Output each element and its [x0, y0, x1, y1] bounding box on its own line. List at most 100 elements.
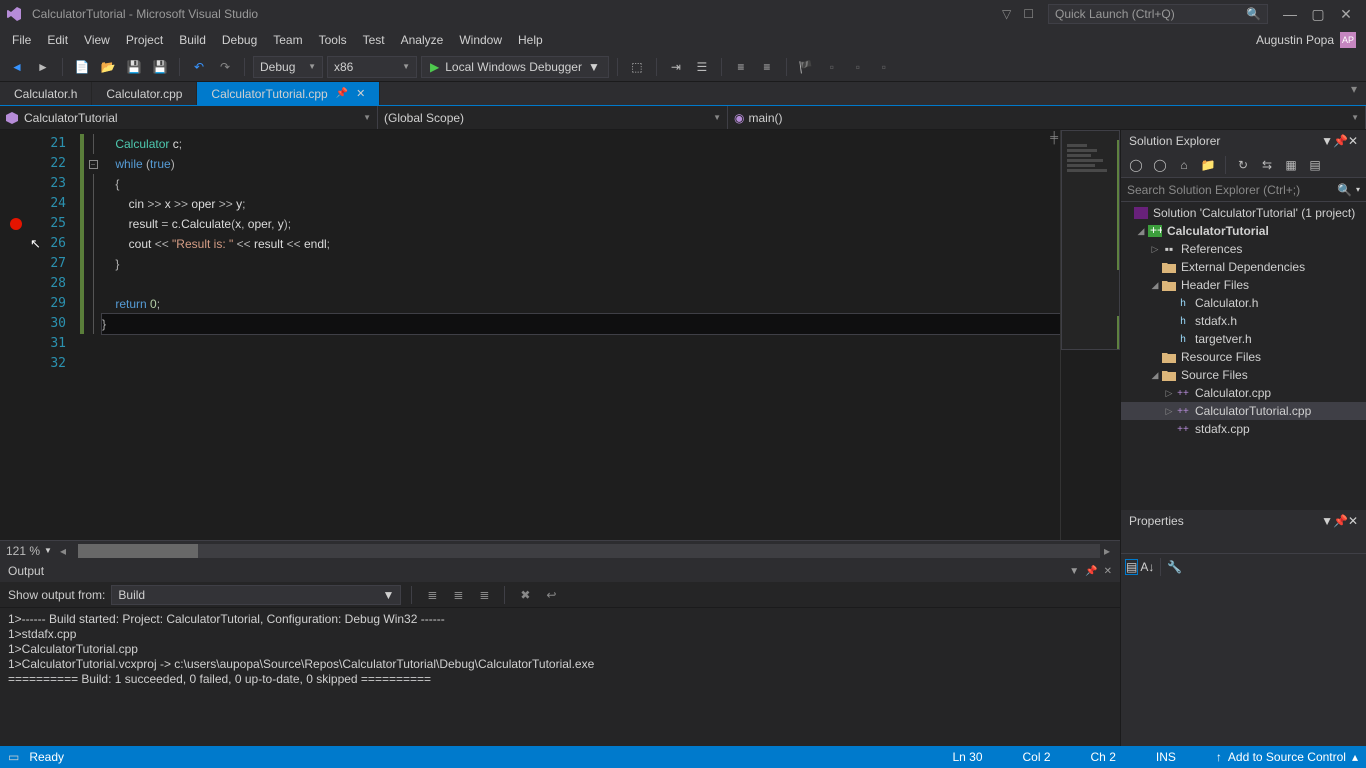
breakpoint-icon[interactable]	[10, 218, 22, 230]
panel-close-icon[interactable]: ✕	[1348, 134, 1358, 148]
menu-edit[interactable]: Edit	[39, 30, 76, 50]
minimize-button[interactable]: —	[1276, 6, 1304, 22]
feedback-icon[interactable]: ☐	[1023, 7, 1034, 21]
toolbar-btn-7[interactable]: ▫	[847, 56, 869, 78]
tree-targetver-h[interactable]: htargetver.h	[1121, 330, 1366, 348]
panel-close-icon[interactable]: ✕	[1104, 566, 1112, 577]
sol-fwd-button[interactable]: ◯	[1149, 154, 1171, 176]
output-wrap-button[interactable]: ↩	[541, 585, 561, 605]
menu-window[interactable]: Window	[451, 30, 510, 50]
save-all-button[interactable]: 💾	[149, 56, 171, 78]
toolbar-btn-8[interactable]: ▫	[873, 56, 895, 78]
menu-view[interactable]: View	[76, 30, 118, 50]
split-grip-icon[interactable]: ╪	[1050, 132, 1058, 144]
start-debugging-button[interactable]: ▶ Local Windows Debugger ▼	[421, 56, 609, 78]
pin-icon[interactable]: 📌	[1085, 566, 1097, 577]
tree-stdafx-h[interactable]: hstdafx.h	[1121, 312, 1366, 330]
panel-close-icon[interactable]: ✕	[1348, 514, 1358, 528]
save-button[interactable]: 💾	[123, 56, 145, 78]
sol-sync-button[interactable]: 📁	[1197, 154, 1219, 176]
tab-overflow-button[interactable]: ▾	[1342, 82, 1366, 105]
menu-help[interactable]: Help	[510, 30, 551, 50]
menu-debug[interactable]: Debug	[214, 30, 265, 50]
sol-properties-button[interactable]: ▤	[1304, 154, 1326, 176]
sol-showall-button[interactable]: ▦	[1280, 154, 1302, 176]
nav-project-combo[interactable]: CalculatorTutorial▼	[0, 106, 378, 129]
maximize-button[interactable]: ▢	[1304, 6, 1332, 23]
tree-header-files[interactable]: ◢Header Files	[1121, 276, 1366, 294]
undo-button[interactable]: ↶	[188, 56, 210, 78]
tree-calculatortutorial-cpp[interactable]: ▷++CalculatorTutorial.cpp	[1121, 402, 1366, 420]
sol-refresh-button[interactable]: ↻	[1232, 154, 1254, 176]
solution-search-input[interactable]: Search Solution Explorer (Ctrl+;) 🔍▾	[1121, 178, 1366, 202]
tab-calculatortutorial-cpp[interactable]: CalculatorTutorial.cpp📌✕	[197, 82, 380, 105]
prop-categorized-button[interactable]: ▤	[1125, 559, 1138, 575]
pin-icon[interactable]: 📌	[1333, 514, 1348, 528]
tree-calculator-cpp[interactable]: ▷++Calculator.cpp	[1121, 384, 1366, 402]
pin-icon[interactable]: 📌	[1333, 134, 1348, 148]
redo-button[interactable]: ↷	[214, 56, 236, 78]
tree-external-dependencies[interactable]: External Dependencies	[1121, 258, 1366, 276]
zoom-level[interactable]: 121 %	[6, 544, 40, 558]
comment-button[interactable]: ≡	[730, 56, 752, 78]
minimap[interactable]	[1060, 130, 1120, 540]
nav-fwd-button[interactable]: ►	[32, 56, 54, 78]
sol-home-button[interactable]: ⌂	[1173, 154, 1195, 176]
close-button[interactable]: ✕	[1332, 6, 1360, 23]
prop-pages-button[interactable]: 🔧	[1167, 560, 1182, 574]
tree-resource-files[interactable]: Resource Files	[1121, 348, 1366, 366]
solution-config-combo[interactable]: Debug▼	[253, 56, 323, 78]
new-project-button[interactable]: 📄	[71, 56, 93, 78]
output-text[interactable]: 1>------ Build started: Project: Calcula…	[0, 608, 1120, 746]
menu-analyze[interactable]: Analyze	[393, 30, 452, 50]
menu-build[interactable]: Build	[171, 30, 214, 50]
panel-dropdown-icon[interactable]: ▼	[1321, 134, 1333, 148]
solution-toolbar: ◯ ◯ ⌂ 📁 ↻ ⇆ ▦ ▤	[1121, 152, 1366, 178]
output-btn-1[interactable]: ≣	[422, 585, 442, 605]
panel-dropdown-icon[interactable]: ▼	[1321, 514, 1333, 528]
tree-source-files[interactable]: ◢Source Files	[1121, 366, 1366, 384]
code-content[interactable]: ╪ Calculator c; while (true) { cin >> x …	[102, 130, 1060, 540]
nav-scope-combo[interactable]: (Global Scope)▼	[378, 106, 728, 129]
menu-project[interactable]: Project	[118, 30, 171, 50]
tab-calculator-cpp[interactable]: Calculator.cpp	[92, 82, 197, 105]
menu-test[interactable]: Test	[355, 30, 393, 50]
code-editor[interactable]: ↖ 212223242526272829303132 − ╪ Calculato…	[0, 130, 1120, 540]
user-account[interactable]: Augustin Popa AP	[1256, 32, 1362, 48]
toolbar-btn-6[interactable]: ▫	[821, 56, 843, 78]
output-btn-3[interactable]: ≣	[474, 585, 494, 605]
source-control-button[interactable]: ↑Add to Source Control▴	[1216, 750, 1358, 764]
output-btn-2[interactable]: ≣	[448, 585, 468, 605]
sol-back-button[interactable]: ◯	[1125, 154, 1147, 176]
tree-references[interactable]: ▷▪▪References	[1121, 240, 1366, 258]
sol-collapse-button[interactable]: ⇆	[1256, 154, 1278, 176]
output-clear-button[interactable]: ✖	[515, 585, 535, 605]
toolbar-btn-2[interactable]: ⇥	[665, 56, 687, 78]
bookmark-button[interactable]: 🏴	[795, 56, 817, 78]
uncomment-button[interactable]: ≡	[756, 56, 778, 78]
tree-solution-calculatortutorial-1-project-[interactable]: Solution 'CalculatorTutorial' (1 project…	[1121, 204, 1366, 222]
output-source-combo[interactable]: Build▼	[111, 585, 401, 605]
panel-dropdown-icon[interactable]: ▼	[1069, 566, 1079, 577]
menu-tools[interactable]: Tools	[311, 30, 355, 50]
tree-stdafx-cpp[interactable]: ++stdafx.cpp	[1121, 420, 1366, 438]
tree-calculator-h[interactable]: hCalculator.h	[1121, 294, 1366, 312]
toolbar-btn-3[interactable]: ☰	[691, 56, 713, 78]
menu-team[interactable]: Team	[265, 30, 310, 50]
tree-calculatortutorial[interactable]: ◢++CalculatorTutorial	[1121, 222, 1366, 240]
nav-function-combo[interactable]: ◉ main()▼	[728, 106, 1366, 129]
user-name: Augustin Popa	[1256, 33, 1334, 47]
open-file-button[interactable]: 📂	[97, 56, 119, 78]
solution-tree[interactable]: Solution 'CalculatorTutorial' (1 project…	[1121, 202, 1366, 510]
quick-launch-input[interactable]: Quick Launch (Ctrl+Q) 🔍	[1048, 4, 1268, 24]
nav-back-button[interactable]: ◄	[6, 56, 28, 78]
horizontal-scrollbar[interactable]	[78, 544, 1100, 558]
toolbar-btn-1[interactable]: ⬚	[626, 56, 648, 78]
menu-file[interactable]: File	[4, 30, 39, 50]
fold-column[interactable]: −	[84, 130, 102, 540]
prop-alpha-button[interactable]: A↓	[1140, 560, 1154, 574]
solution-platform-combo[interactable]: x86▼	[327, 56, 417, 78]
tab-calculator-h[interactable]: Calculator.h	[0, 82, 92, 105]
notifications-icon[interactable]: ▽	[1002, 7, 1011, 21]
properties-title: Properties	[1129, 514, 1184, 528]
